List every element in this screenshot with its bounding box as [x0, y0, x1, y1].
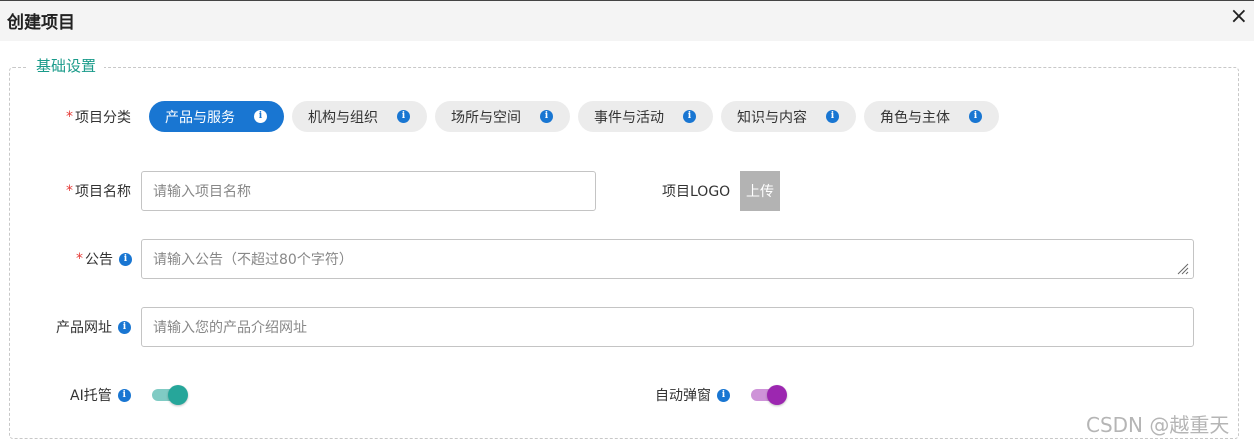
chip-label: 场所与空间 [451, 109, 521, 126]
toggle-thumb [168, 385, 188, 405]
name-label-text: 项目名称 [75, 184, 131, 200]
chip-label: 机构与组织 [308, 109, 378, 126]
project-name-placeholder: 请输入项目名称 [153, 184, 251, 200]
chip-label: 事件与活动 [594, 109, 664, 126]
info-icon[interactable]: i [119, 252, 132, 266]
chip-label: 产品与服务 [165, 109, 235, 126]
dialog-title: 创建项目 [7, 13, 75, 33]
category-chip-product-service[interactable]: 产品与服务 i [149, 101, 284, 132]
info-icon: i [969, 110, 982, 123]
info-icon: i [397, 110, 410, 123]
info-icon[interactable]: i [117, 388, 131, 402]
info-icon: i [254, 110, 267, 123]
notice-placeholder: 请输入公告（不超过80个字符） [153, 252, 353, 268]
logo-label-text: 项目LOGO [662, 184, 731, 200]
auto-popup-toggle[interactable] [751, 384, 787, 406]
name-label: * 项目名称 [66, 181, 131, 201]
upload-logo-button[interactable]: 上传 [740, 171, 780, 211]
info-icon: i [826, 110, 839, 123]
required-mark: * [66, 183, 73, 199]
category-label: * 项目分类 [66, 107, 131, 127]
info-icon[interactable]: i [717, 388, 730, 402]
product-url-placeholder: 请输入您的产品介绍网址 [153, 320, 307, 336]
close-icon[interactable]: × [1230, 5, 1248, 29]
logo-label: 项目LOGO [662, 181, 730, 201]
dialog-header: 创建项目 × [0, 0, 1254, 41]
url-label: 产品网址 i [56, 317, 131, 337]
resize-handle-icon[interactable] [1177, 263, 1189, 275]
section-legend: 基础设置 [28, 55, 105, 76]
watermark: CSDN @越重天 [1086, 413, 1230, 437]
notice-label-text: 公告 [85, 252, 113, 268]
chip-label: 知识与内容 [737, 109, 807, 126]
product-url-input[interactable]: 请输入您的产品介绍网址 [141, 307, 1194, 347]
category-label-text: 项目分类 [75, 110, 131, 126]
auto-popup-label: 自动弹窗 i [655, 385, 730, 405]
category-chip-knowledge[interactable]: 知识与内容 i [721, 101, 856, 132]
ai-hosting-label-text: AI托管 [70, 388, 112, 404]
info-icon[interactable]: i [118, 320, 131, 334]
required-mark: * [76, 251, 83, 267]
project-name-input[interactable]: 请输入项目名称 [141, 171, 596, 211]
required-mark: * [66, 109, 73, 125]
chip-label: 角色与主体 [880, 109, 950, 126]
info-icon: i [683, 110, 696, 123]
category-chip-event[interactable]: 事件与活动 i [578, 101, 713, 132]
category-chip-role[interactable]: 角色与主体 i [864, 101, 999, 132]
toggle-thumb [767, 385, 787, 405]
info-icon: i [540, 110, 553, 123]
url-label-text: 产品网址 [56, 320, 112, 336]
ai-hosting-toggle[interactable] [152, 384, 188, 406]
notice-textarea[interactable]: 请输入公告（不超过80个字符） [141, 239, 1194, 279]
auto-popup-label-text: 自动弹窗 [655, 388, 711, 404]
category-chip-place[interactable]: 场所与空间 i [435, 101, 570, 132]
notice-label: * 公告 i [76, 249, 132, 269]
ai-hosting-label: AI托管 i [70, 385, 131, 405]
category-chip-org[interactable]: 机构与组织 i [292, 101, 427, 132]
